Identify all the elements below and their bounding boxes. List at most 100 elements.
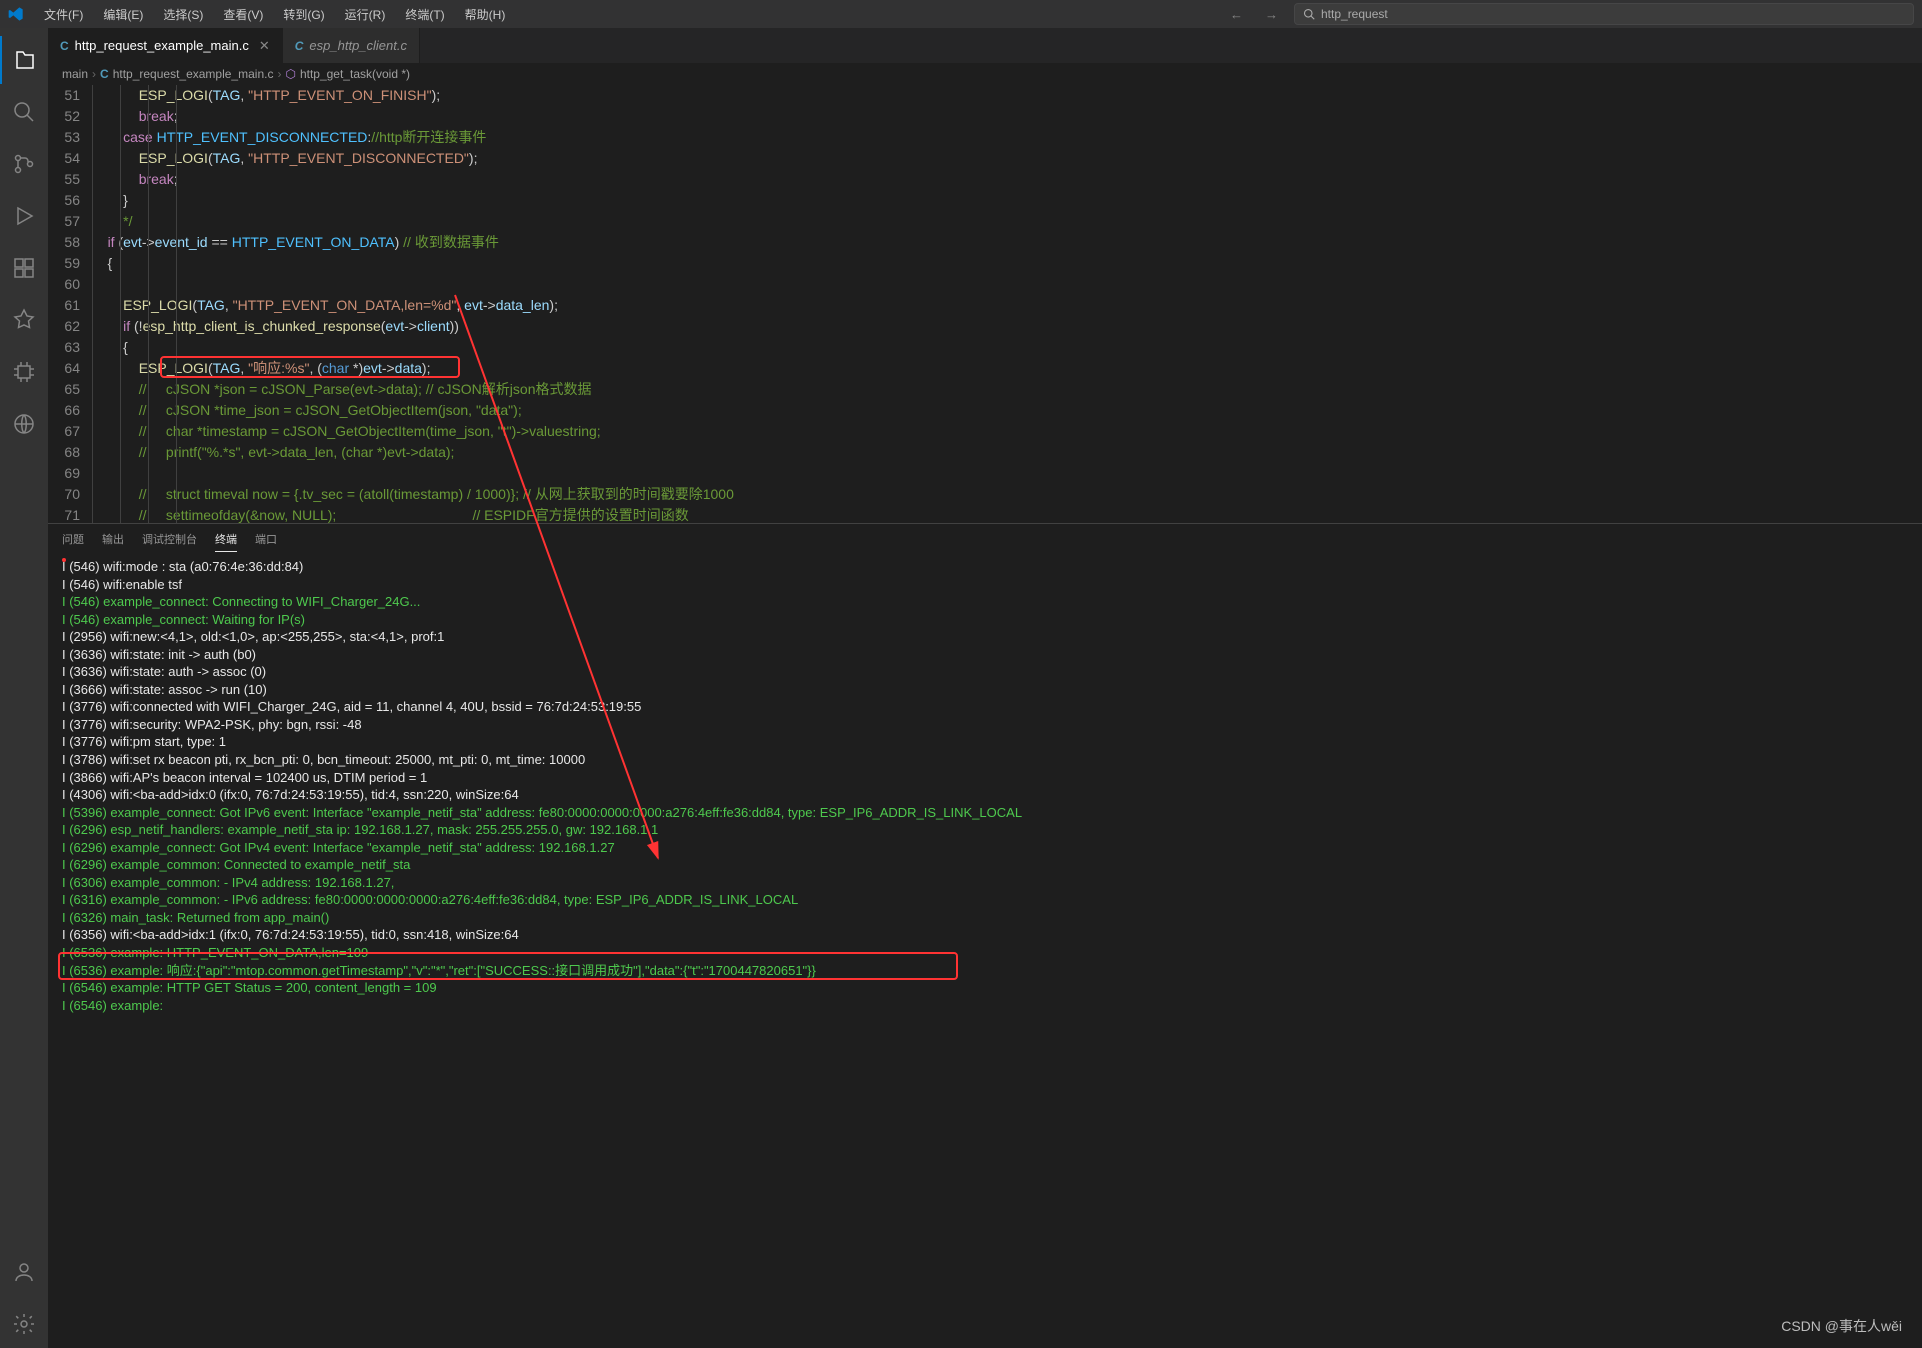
nav-back-icon[interactable]: ← <box>1224 5 1249 24</box>
extensions-icon[interactable] <box>0 244 48 292</box>
menu-help[interactable]: 帮助(H) <box>457 2 514 27</box>
terminal-line: I (6356) wifi:<ba-add>idx:1 (ifx:0, 76:7… <box>62 926 1908 944</box>
code-line[interactable]: */ <box>92 211 1922 232</box>
terminal-line: I (6536) example: 响应:{"api":"mtop.common… <box>62 962 1908 980</box>
terminal-line: I (6296) esp_netif_handlers: example_net… <box>62 821 1908 839</box>
terminal-line: I (2956) wifi:new:<4,1>, old:<1,0>, ap:<… <box>62 628 1908 646</box>
code-line[interactable] <box>92 463 1922 484</box>
code-line[interactable]: // settimeofday(&now, NULL); // ESPIDF官方… <box>92 505 1922 523</box>
code-line[interactable]: // char *timestamp = cJSON_GetObjectItem… <box>92 421 1922 442</box>
source-control-icon[interactable] <box>0 140 48 188</box>
menu-terminal[interactable]: 终端(T) <box>397 2 452 27</box>
watermark: CSDN @事在人wěi <box>1781 1316 1902 1336</box>
code-line[interactable]: ESP_LOGI(TAG, "HTTP_EVENT_DISCONNECTED")… <box>92 148 1922 169</box>
line-gutter: 5152535455565758596061626364656667686970… <box>48 85 92 523</box>
code-line[interactable]: } <box>92 190 1922 211</box>
menu-file[interactable]: 文件(F) <box>36 2 91 27</box>
tab-esp-http-client[interactable]: C esp_http_client.c <box>283 28 420 63</box>
c-lang-icon: C <box>295 39 304 53</box>
menu-go[interactable]: 转到(G) <box>275 2 332 27</box>
menubar: 文件(F) 编辑(E) 选择(S) 查看(V) 转到(G) 运行(R) 终端(T… <box>0 0 1922 28</box>
terminal-line: I (4306) wifi:<ba-add>idx:0 (ifx:0, 76:7… <box>62 786 1908 804</box>
code-line[interactable]: if (evt->event_id == HTTP_EVENT_ON_DATA)… <box>92 232 1922 253</box>
terminal-line: I (3776) wifi:security: WPA2-PSK, phy: b… <box>62 716 1908 734</box>
breadcrumb-symbol[interactable]: http_get_task(void *) <box>300 67 410 81</box>
code-editor[interactable]: 5152535455565758596061626364656667686970… <box>48 85 1922 523</box>
terminal-line: I (3776) wifi:connected with WIFI_Charge… <box>62 698 1908 716</box>
globe-activity-icon[interactable] <box>0 400 48 448</box>
breadcrumb-file[interactable]: http_request_example_main.c <box>113 67 274 81</box>
terminal-line: I (3776) wifi:pm start, type: 1 <box>62 733 1908 751</box>
code-line[interactable]: case HTTP_EVENT_DISCONNECTED://http断开连接事… <box>92 127 1922 148</box>
chip-activity-icon[interactable] <box>0 348 48 396</box>
search-text: http_request <box>1321 7 1388 21</box>
terminal-output[interactable]: I (546) wifi:mode : sta (a0:76:4e:36:dd:… <box>48 554 1922 1348</box>
code-content[interactable]: ESP_LOGI(TAG, "HTTP_EVENT_ON_FINISH"); b… <box>92 85 1922 523</box>
code-line[interactable]: ESP_LOGI(TAG, "HTTP_EVENT_ON_FINISH"); <box>92 85 1922 106</box>
account-icon[interactable] <box>0 1248 48 1296</box>
breadcrumb[interactable]: main › C http_request_example_main.c › ⬡… <box>48 63 1922 85</box>
terminal-line: I (6546) example: <box>62 997 1908 1015</box>
terminal-line: I (5396) example_connect: Got IPv6 event… <box>62 804 1908 822</box>
c-lang-icon: C <box>100 67 109 81</box>
activity-bar <box>0 28 48 1348</box>
terminal-line: I (3636) wifi:state: init -> auth (b0) <box>62 646 1908 664</box>
terminal-line: I (3866) wifi:AP's beacon interval = 102… <box>62 769 1908 787</box>
c-lang-icon: C <box>60 39 69 53</box>
terminal-line: I (546) wifi:enable tsf <box>62 576 1908 594</box>
code-line[interactable]: if (!esp_http_client_is_chunked_response… <box>92 316 1922 337</box>
terminal-line: I (546) wifi:mode : sta (a0:76:4e:36:dd:… <box>62 558 1908 576</box>
run-debug-icon[interactable] <box>0 192 48 240</box>
search-activity-icon[interactable] <box>0 88 48 136</box>
search-icon <box>1303 8 1315 20</box>
code-line[interactable]: break; <box>92 169 1922 190</box>
menu-selection[interactable]: 选择(S) <box>155 2 211 27</box>
terminal-line: I (3636) wifi:state: auth -> assoc (0) <box>62 663 1908 681</box>
tab-label: http_request_example_main.c <box>75 38 249 53</box>
panel-tab-output[interactable]: 输出 <box>102 527 124 551</box>
global-search-input[interactable]: http_request <box>1294 3 1914 25</box>
code-line[interactable]: { <box>92 253 1922 274</box>
terminal-line: I (3786) wifi:set rx beacon pti, rx_bcn_… <box>62 751 1908 769</box>
panel-tab-debug-console[interactable]: 调试控制台 <box>142 527 197 551</box>
vscode-logo-icon <box>8 6 24 22</box>
terminal-line: I (6546) example: HTTP GET Status = 200,… <box>62 979 1908 997</box>
terminal-line: I (6326) main_task: Returned from app_ma… <box>62 909 1908 927</box>
terminal-line: I (6306) example_common: - IPv4 address:… <box>62 874 1908 892</box>
panel-tabs: 问题 输出 调试控制台 终端 端口 <box>48 524 1922 554</box>
code-line[interactable]: ESP_LOGI(TAG, "HTTP_EVENT_ON_DATA,len=%d… <box>92 295 1922 316</box>
panel-tab-terminal[interactable]: 终端 <box>215 527 237 552</box>
terminal-line: I (6296) example_connect: Got IPv4 event… <box>62 839 1908 857</box>
esp-activity-icon[interactable] <box>0 296 48 344</box>
tab-label: esp_http_client.c <box>309 38 407 53</box>
chevron-right-icon: › <box>277 67 281 81</box>
close-tab-icon[interactable]: ✕ <box>259 38 270 54</box>
explorer-icon[interactable] <box>0 36 48 84</box>
panel-area: 问题 输出 调试控制台 终端 端口 I (546) wifi:mode : st… <box>48 523 1922 1348</box>
code-line[interactable]: // struct timeval now = {.tv_sec = (atol… <box>92 484 1922 505</box>
panel-tab-problems[interactable]: 问题 <box>62 527 84 551</box>
code-line[interactable]: // cJSON *time_json = cJSON_GetObjectIte… <box>92 400 1922 421</box>
terminal-line: I (6536) example: HTTP_EVENT_ON_DATA,len… <box>62 944 1908 962</box>
tab-http-request-example-main[interactable]: C http_request_example_main.c ✕ <box>48 28 283 63</box>
code-line[interactable]: // cJSON *json = cJSON_Parse(evt->data);… <box>92 379 1922 400</box>
chevron-right-icon: › <box>92 67 96 81</box>
code-line[interactable]: { <box>92 337 1922 358</box>
panel-tab-ports[interactable]: 端口 <box>255 527 277 551</box>
terminal-line: I (6316) example_common: - IPv6 address:… <box>62 891 1908 909</box>
menu-run[interactable]: 运行(R) <box>337 2 394 27</box>
code-line[interactable] <box>92 274 1922 295</box>
terminal-line: I (6296) example_common: Connected to ex… <box>62 856 1908 874</box>
menu-view[interactable]: 查看(V) <box>215 2 271 27</box>
nav-forward-icon[interactable]: → <box>1259 5 1284 24</box>
code-line[interactable]: // printf("%.*s", evt->data_len, (char *… <box>92 442 1922 463</box>
function-icon: ⬡ <box>285 67 295 81</box>
settings-icon[interactable] <box>0 1300 48 1348</box>
code-line[interactable]: break; <box>92 106 1922 127</box>
breadcrumb-folder[interactable]: main <box>62 67 88 81</box>
code-line[interactable]: ESP_LOGI(TAG, "响应:%s", (char *)evt->data… <box>92 358 1922 379</box>
menu-edit[interactable]: 编辑(E) <box>95 2 151 27</box>
editor-tab-bar: C http_request_example_main.c ✕ C esp_ht… <box>48 28 1922 63</box>
terminal-line: I (546) example_connect: Waiting for IP(… <box>62 611 1908 629</box>
terminal-line: I (3666) wifi:state: assoc -> run (10) <box>62 681 1908 699</box>
